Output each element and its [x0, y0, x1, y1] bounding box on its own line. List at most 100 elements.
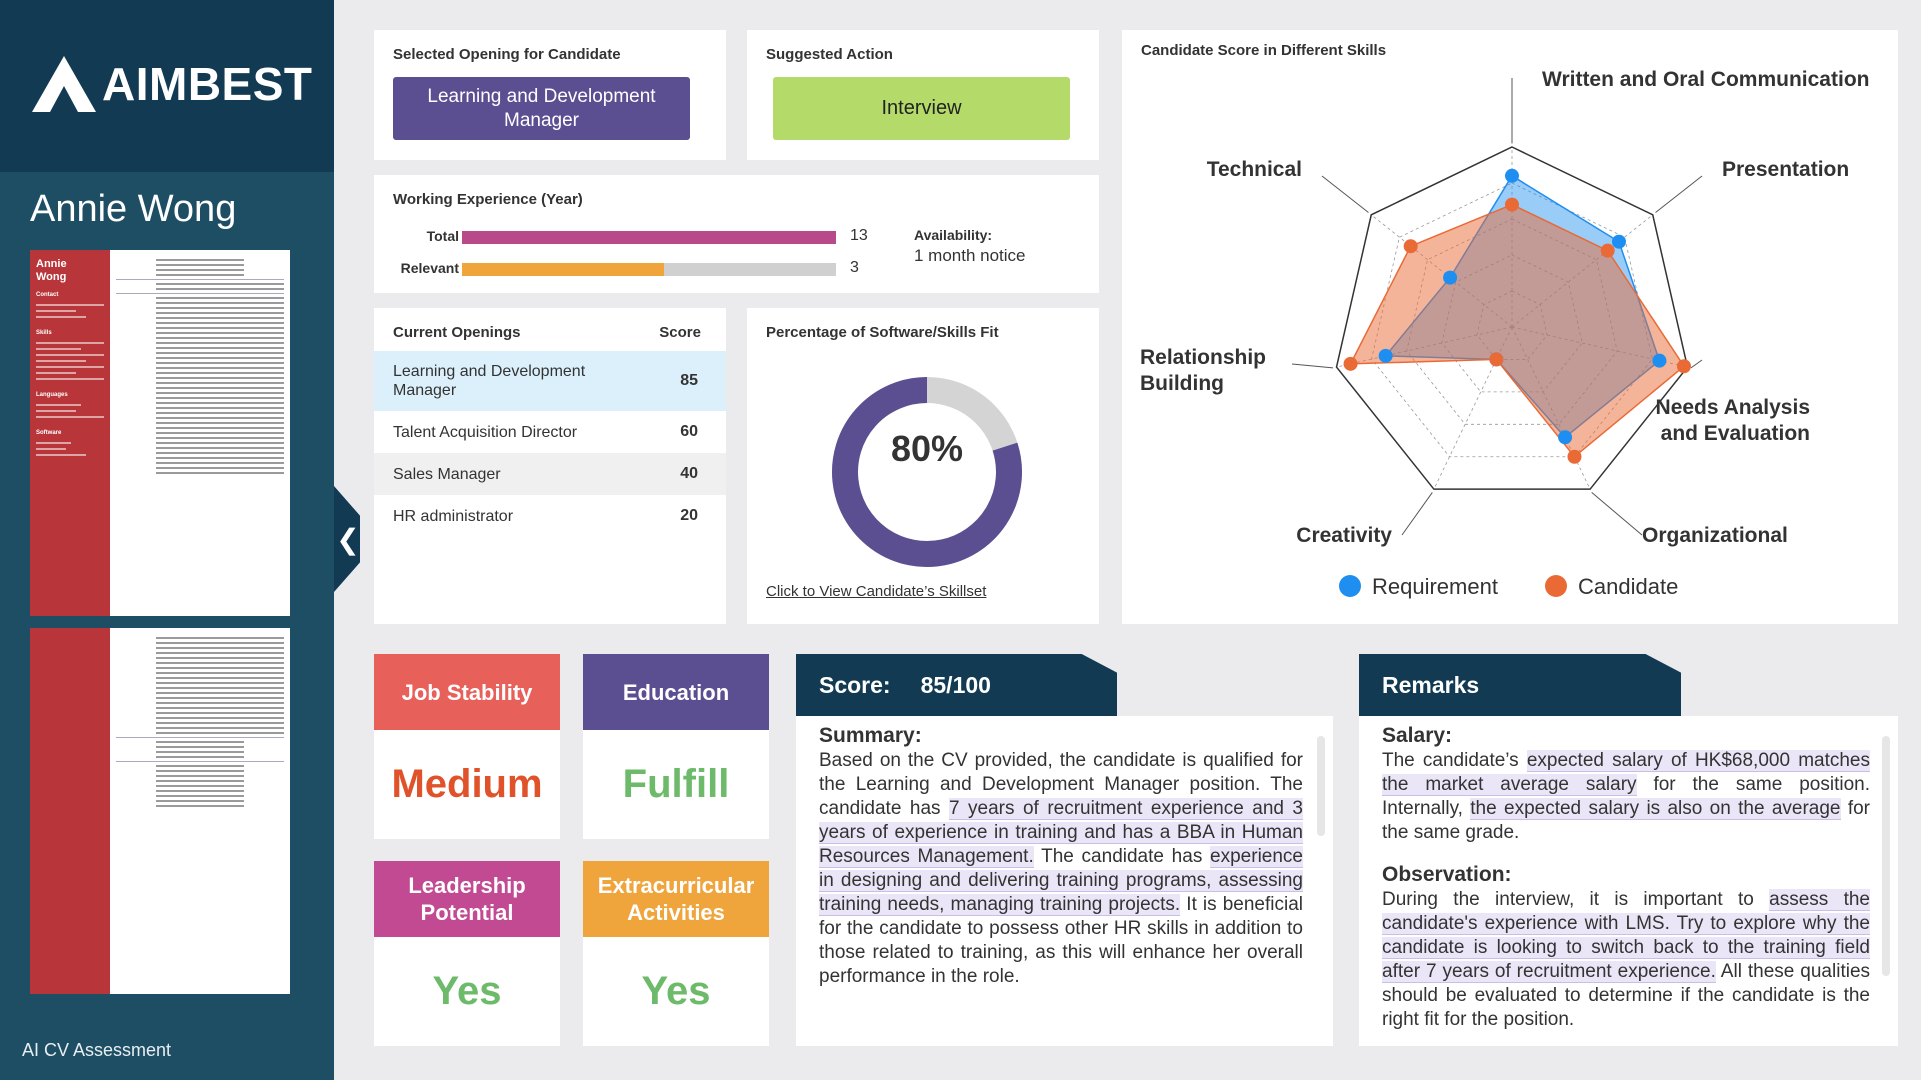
highlighted-text: the expected salary is also on the avera… — [1470, 798, 1841, 820]
logo: AIMBEST — [30, 54, 313, 114]
tile-header: Leadership Potential — [374, 861, 560, 937]
radar-axis-label-line: Relationship — [1140, 346, 1266, 369]
remarks-scrollbar[interactable] — [1882, 736, 1890, 976]
suggested-action-title: Suggested Action — [766, 46, 893, 63]
cv-section-software: Software — [36, 430, 62, 436]
experience-bar-track — [462, 231, 836, 244]
cv-name-line1: Annie — [36, 258, 67, 270]
experience-label: Total — [426, 228, 459, 244]
tile-header: Education — [583, 654, 769, 730]
logo-band: AIMBEST — [0, 0, 334, 172]
radar-point — [1600, 243, 1615, 258]
cv-thumbnail-page-1[interactable]: Annie Wong Contact Skills Languages Softw… — [30, 250, 290, 616]
legend-marker — [1339, 575, 1361, 597]
summary-scrollbar[interactable] — [1317, 736, 1325, 836]
radar-axis-label: Relationship Building — [1140, 346, 1266, 395]
current-openings-card: Current Openings Score Learning and Deve… — [374, 308, 726, 624]
radar-point — [1378, 348, 1393, 363]
radar-point — [1443, 270, 1458, 285]
opening-row[interactable]: Learning and Development Manager 85 — [374, 351, 726, 411]
radar-point — [1652, 353, 1667, 368]
selected-opening-title: Selected Opening for Candidate — [393, 46, 621, 63]
interview-button[interactable]: Interview — [773, 77, 1070, 140]
remarks-label: Remarks — [1382, 671, 1480, 698]
opening-name: HR administrator — [393, 507, 514, 525]
tile-value: Medium — [391, 762, 543, 806]
experience-row-relevant: Relevant 3 — [374, 259, 859, 279]
cv-section-skills: Skills — [36, 330, 52, 336]
radar-point — [1489, 352, 1504, 367]
radar-axis-label-line: Building — [1140, 372, 1224, 395]
radar-axis-label-line: and Evaluation — [1661, 422, 1810, 445]
radar-axis-label: Organizational — [1642, 524, 1788, 547]
opening-name: Sales Manager — [393, 465, 501, 483]
experience-value: 13 — [850, 227, 868, 244]
experience-row-total: Total 13 — [374, 227, 868, 247]
opening-row[interactable]: HR administrator 20 — [374, 495, 726, 537]
score-column-header: Score — [659, 324, 701, 341]
radar-axis-label-line: Needs Analysis — [1656, 396, 1810, 419]
score-value: 85/100 — [920, 671, 991, 698]
legend-label: Candidate — [1578, 574, 1678, 599]
availability-label: Availability: — [914, 227, 993, 243]
cv-sidebar: Annie Wong Contact Skills Languages Softw… — [30, 250, 110, 616]
legend-label: Requirement — [1372, 574, 1498, 599]
opening-score: 85 — [680, 372, 698, 389]
view-skillset-link[interactable]: Click to View Candidate’s Skillset — [766, 583, 986, 600]
opening-row[interactable]: Sales Manager 40 — [374, 453, 726, 495]
text-segment: The candidate has — [1033, 846, 1211, 867]
remarks-panel: Salary: The candidate’s expected salary … — [1359, 716, 1898, 1046]
logo-text: AIMBEST — [102, 58, 313, 110]
tile-value: Fulfill — [622, 762, 730, 806]
opening-row[interactable]: Talent Acquisition Director 60 — [374, 411, 726, 453]
working-experience-card: Working Experience (Year) Total 13 Relev… — [374, 175, 1099, 293]
opening-name: Talent Acquisition Director — [393, 423, 578, 441]
radar-point — [1403, 239, 1418, 254]
experience-bar-fill — [462, 263, 664, 276]
opening-score: 20 — [680, 507, 698, 524]
selected-opening-card: Selected Opening for Candidate Learning … — [374, 30, 726, 160]
radar-label-leader — [1321, 175, 1369, 213]
skills-radar-card: Candidate Score in Different Skills Writ… — [1122, 30, 1898, 624]
tile-value: Yes — [432, 969, 502, 1013]
radar-axis-label: Creativity — [1296, 524, 1392, 547]
radar-label-leader — [1291, 363, 1334, 369]
radar-label-leader — [1655, 175, 1703, 213]
radar-label-leader — [1690, 359, 1703, 369]
experience-value: 3 — [850, 259, 859, 276]
salary-heading: Salary: — [1382, 724, 1453, 747]
skills-fit-percent: 80% — [890, 428, 964, 469]
radar-series-area — [1349, 203, 1685, 458]
skills-fit-donut — [832, 377, 1022, 567]
suggested-action-card: Suggested Action Interview — [747, 30, 1099, 160]
opening-name: Learning and Development Manager — [393, 363, 586, 399]
skills-radar-chart: Written and Oral Communication Presentati… — [1140, 68, 1869, 599]
summary-text: Summary: Based on the CV provided, the c… — [819, 724, 1303, 989]
legend-marker — [1545, 575, 1567, 597]
leadership-potential-tile: Leadership Potential Yes — [374, 861, 560, 1046]
selected-opening-button[interactable]: Learning and Development Manager — [393, 77, 690, 140]
sidebar: AIMBEST Annie Wong Annie Wong Contact Ski… — [0, 0, 334, 1080]
cv-thumbnail-page-2[interactable] — [30, 628, 290, 994]
sidebar-collapse-button[interactable]: ❮ — [334, 486, 360, 592]
experience-bar-fill — [462, 231, 836, 244]
radar-point — [1505, 168, 1519, 183]
tile-header: Extracurricular Activities — [583, 861, 769, 937]
radar-point — [1676, 359, 1691, 374]
radar-label-leader — [1591, 492, 1643, 536]
radar-axis-label: Technical — [1207, 158, 1302, 181]
current-openings-title: Current Openings — [393, 324, 521, 341]
opening-score: 60 — [680, 423, 698, 440]
cv-section-contact: Contact — [36, 292, 59, 298]
radar-point — [1558, 430, 1573, 445]
tile-value: Yes — [641, 969, 711, 1013]
radar-axis-label: Written and Oral Communication — [1542, 68, 1869, 91]
skills-fit-title: Percentage of Software/Skills Fit — [766, 324, 999, 341]
radar-point — [1343, 356, 1358, 371]
text-segment: During the interview, it is important to — [1382, 889, 1770, 910]
availability-value: 1 month notice — [914, 246, 1026, 265]
radar-point — [1611, 234, 1626, 249]
experience-bar-track — [462, 263, 836, 276]
skills-fit-card: Percentage of Software/Skills Fit 80% Cl… — [747, 308, 1099, 624]
cv-main-content — [116, 256, 284, 610]
